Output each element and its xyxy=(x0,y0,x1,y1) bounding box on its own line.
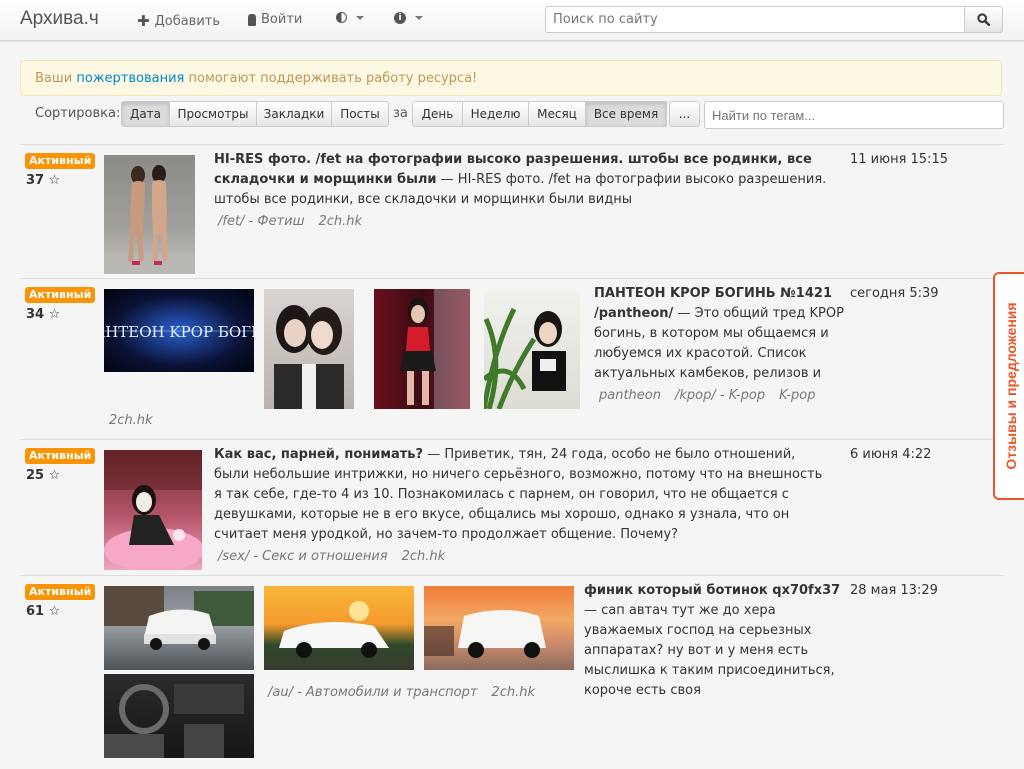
tag-link[interactable]: K-pop xyxy=(779,388,815,403)
tag-link[interactable]: 2ch.hk xyxy=(402,549,446,564)
search-icon xyxy=(977,13,990,26)
top-navbar: Архива.ч ✚ Добавить Войти i xyxy=(0,0,1024,41)
search-button[interactable] xyxy=(965,6,1003,33)
period-label: за xyxy=(393,106,408,121)
login-label: Войти xyxy=(261,12,303,27)
thread-thumbnail[interactable] xyxy=(264,289,354,409)
tag-link[interactable]: /au/ - Автомобили и транспорт xyxy=(268,685,477,700)
thread-title[interactable]: финик который ботинок qx70fx37 xyxy=(584,583,840,598)
tag-search-input[interactable] xyxy=(704,101,1004,129)
thread-thumbnail[interactable] xyxy=(104,674,254,758)
thread-thumbnail[interactable] xyxy=(104,586,254,670)
add-button[interactable]: ✚ Добавить xyxy=(137,12,220,30)
donations-link[interactable]: пожертвования xyxy=(76,71,184,86)
thread-summary: финик который ботинок qx70fx37 — сап авт… xyxy=(584,581,846,701)
thread-tags: 2ch.hk xyxy=(109,413,167,428)
thread-row: Активный 25 ☆ Как вас, парней, понимать?… xyxy=(20,439,1004,576)
thread-thumbnail[interactable] xyxy=(484,289,580,409)
tag-link[interactable]: 2ch.hk xyxy=(491,685,535,700)
thread-date: 11 июня 15:15 xyxy=(850,152,948,167)
thread-date: сегодня 5:39 xyxy=(850,286,939,301)
banner-text: АНТЕОН KPOP БОГИ xyxy=(104,323,254,341)
thread-title[interactable]: Как вас, парней, понимать? xyxy=(214,447,423,462)
thread-thumbnail[interactable] xyxy=(264,586,414,670)
info-dropdown[interactable]: i xyxy=(394,12,423,24)
sort-posts-button[interactable]: Посты xyxy=(332,101,389,127)
period-month-button[interactable]: Месяц xyxy=(529,101,586,127)
star-count[interactable]: 25 ☆ xyxy=(26,468,60,483)
feedback-tab[interactable]: Отзывы и предложения xyxy=(993,272,1024,500)
active-badge: Активный xyxy=(25,584,96,600)
theme-dropdown[interactable] xyxy=(336,12,364,23)
tag-link[interactable]: 2ch.hk xyxy=(109,413,153,428)
period-more-button[interactable]: ... xyxy=(669,101,700,127)
thread-summary: HI-RES фото. /fet на фотографии высоко р… xyxy=(214,150,834,210)
sort-label: Сортировка: xyxy=(35,106,121,121)
active-badge: Активный xyxy=(25,448,96,464)
thread-thumbnail[interactable]: АНТЕОН KPOP БОГИ xyxy=(104,289,254,372)
sort-date-button[interactable]: Дата xyxy=(121,101,170,127)
alert-suffix: помогают поддерживать работу ресурса! xyxy=(184,71,478,86)
thread-tags: pantheon/kpop/ - K-pop K-pop xyxy=(599,388,829,403)
login-button[interactable]: Войти xyxy=(248,12,302,27)
feedback-label: Отзывы и предложения xyxy=(1003,302,1019,470)
sort-button-group: Дата Просмотры Закладки Посты xyxy=(121,101,389,127)
tag-link[interactable]: /fet/ - Фетиш xyxy=(218,214,305,229)
thread-tags: /sex/ - Секс и отношения 2ch.hk xyxy=(218,549,459,564)
thread-date: 28 мая 13:29 xyxy=(850,583,938,598)
tag-link[interactable]: /sex/ - Секс и отношения xyxy=(218,549,388,564)
site-brand[interactable]: Архива.ч xyxy=(20,8,99,30)
period-day-button[interactable]: День xyxy=(412,101,463,127)
sort-views-button[interactable]: Просмотры xyxy=(170,101,257,127)
chevron-down-icon xyxy=(356,15,364,20)
thread-row: Активный 34 ☆ АНТЕОН KPOP БОГИ xyxy=(20,278,1004,440)
sort-bookmarks-button[interactable]: Закладки xyxy=(257,101,332,127)
donation-alert: Ваши пожертвования помогают поддерживать… xyxy=(20,60,1002,96)
thread-tags: /au/ - Автомобили и транспорт 2ch.hk xyxy=(268,685,549,700)
star-count[interactable]: 34 ☆ xyxy=(26,307,60,322)
info-icon: i xyxy=(394,12,406,24)
thread-thumbnail[interactable] xyxy=(104,155,195,274)
star-count[interactable]: 37 ☆ xyxy=(26,173,60,188)
thread-row: Активный 37 ☆ HI-RES фото. /fet на фотог… xyxy=(20,144,1004,279)
star-count[interactable]: 61 ☆ xyxy=(26,604,60,619)
thread-date: 6 июня 4:22 xyxy=(850,447,932,462)
period-button-group: День Неделю Месяц Все время ... xyxy=(412,101,700,127)
thread-thumbnail[interactable] xyxy=(424,586,574,670)
thread-excerpt: — сап автач тут же до хера уважаемых гос… xyxy=(584,603,835,698)
thread-row: Активный 61 ☆ финик который ботинок qx70… xyxy=(20,575,1004,769)
plus-icon: ✚ xyxy=(137,12,150,30)
period-week-button[interactable]: Неделю xyxy=(463,101,529,127)
thread-tags: /fet/ - Фетиш 2ch.hk xyxy=(218,214,376,229)
tag-link[interactable]: 2ch.hk xyxy=(319,214,363,229)
period-alltime-button[interactable]: Все время xyxy=(586,101,667,127)
thread-summary: Как вас, парней, понимать? — Приветик, т… xyxy=(214,445,834,545)
tag-link[interactable]: pantheon xyxy=(599,388,661,403)
user-icon xyxy=(248,13,256,26)
thread-thumbnail[interactable] xyxy=(374,289,470,409)
contrast-icon xyxy=(336,12,347,23)
active-badge: Активный xyxy=(25,287,96,303)
chevron-down-icon xyxy=(415,16,423,20)
add-label: Добавить xyxy=(154,13,221,29)
tag-link[interactable]: /kpop/ - K-pop xyxy=(675,388,765,403)
alert-prefix: Ваши xyxy=(35,71,77,86)
thread-thumbnail[interactable] xyxy=(104,450,202,570)
active-badge: Активный xyxy=(25,153,96,169)
thread-summary: ПАНТЕОН KPOP БОГИНЬ №1421 /pantheon/ — Э… xyxy=(594,284,844,384)
search-input[interactable] xyxy=(545,6,965,33)
